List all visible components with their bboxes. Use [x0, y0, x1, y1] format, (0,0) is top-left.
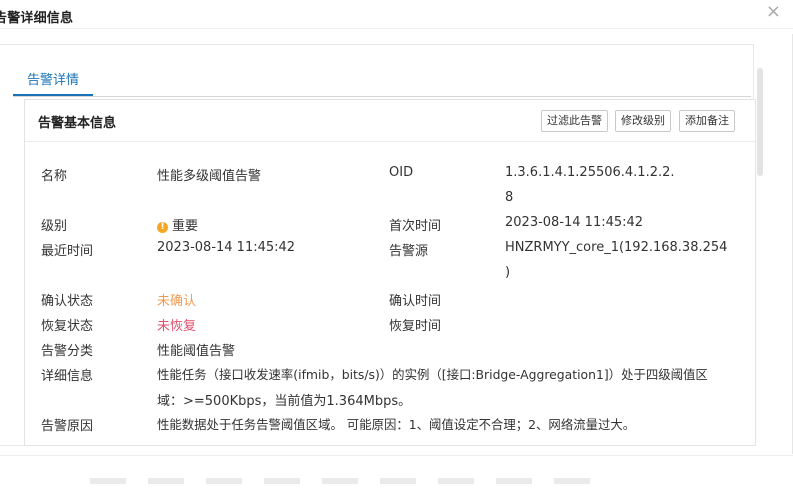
- change-level-button[interactable]: 修改级别: [615, 110, 671, 132]
- close-icon[interactable]: ×: [766, 2, 781, 22]
- section-title: 告警基本信息: [38, 116, 117, 131]
- first-time-value: 2023-08-14 11:45:42: [505, 215, 644, 230]
- level-value: ! 重要: [157, 215, 198, 234]
- name-value: 性能多级阈值告警: [157, 169, 262, 184]
- add-note-button[interactable]: 添加备注: [679, 110, 735, 132]
- header-divider: [0, 28, 793, 29]
- dialog-title: 告警详细信息: [0, 11, 74, 26]
- last-time-value: 2023-08-14 11:45:42: [157, 240, 296, 255]
- level-label: 级别: [41, 219, 68, 234]
- reason-label: 告警原因: [41, 419, 94, 434]
- category-value: 性能阈值告警: [157, 344, 236, 359]
- source-value-line1: HNZRMYY_core_1(192.168.38.254: [505, 240, 728, 255]
- tab-bar: 告警详情: [13, 68, 751, 97]
- tab-alarm-detail[interactable]: 告警详情: [13, 68, 93, 96]
- name-label: 名称: [41, 169, 68, 184]
- source-label: 告警源: [389, 244, 429, 259]
- category-label: 告警分类: [41, 344, 94, 359]
- level-text: 重要: [172, 219, 199, 234]
- recover-time-label: 恢复时间: [389, 319, 442, 334]
- footer-divider: [0, 455, 793, 456]
- filter-alarm-button[interactable]: 过滤此告警: [541, 110, 608, 132]
- first-time-label: 首次时间: [389, 219, 442, 234]
- recover-status-label: 恢复状态: [41, 319, 94, 334]
- confirm-status-label: 确认状态: [41, 294, 94, 309]
- oid-label: OID: [389, 165, 414, 180]
- last-time-label: 最近时间: [41, 244, 94, 259]
- section-header: 告警基本信息 过滤此告警 修改级别 添加备注: [25, 100, 755, 142]
- confirm-status-value: 未确认: [157, 294, 197, 309]
- basic-info-section: 告警基本信息 过滤此告警 修改级别 添加备注 名称 性能多级阈值告警 OID 1…: [24, 99, 756, 446]
- scrollbar-thumb[interactable]: [757, 68, 763, 176]
- source-value-line2: ): [505, 265, 511, 280]
- detail-value-line1: 性能任务（接口收发速率(ifmib，bits/s)）的实例（[接口:Bridge…: [157, 367, 708, 382]
- recover-status-value: 未恢复: [157, 319, 197, 334]
- reason-value: 性能数据处于任务告警阈值区域。 可能原因：1、阈值设定不合理；2、网络流量过大。: [157, 417, 636, 432]
- detail-value-line2: 域：>=500Kbps，当前值为1.364Mbps。: [157, 394, 412, 409]
- detail-label: 详细信息: [41, 369, 94, 384]
- confirm-time-label: 确认时间: [389, 294, 442, 309]
- warning-icon: !: [157, 222, 168, 233]
- oid-value-line1: 1.3.6.1.4.1.25506.4.1.2.2.: [505, 165, 675, 180]
- background-content: [90, 478, 610, 484]
- oid-value-line2: 8: [505, 190, 514, 205]
